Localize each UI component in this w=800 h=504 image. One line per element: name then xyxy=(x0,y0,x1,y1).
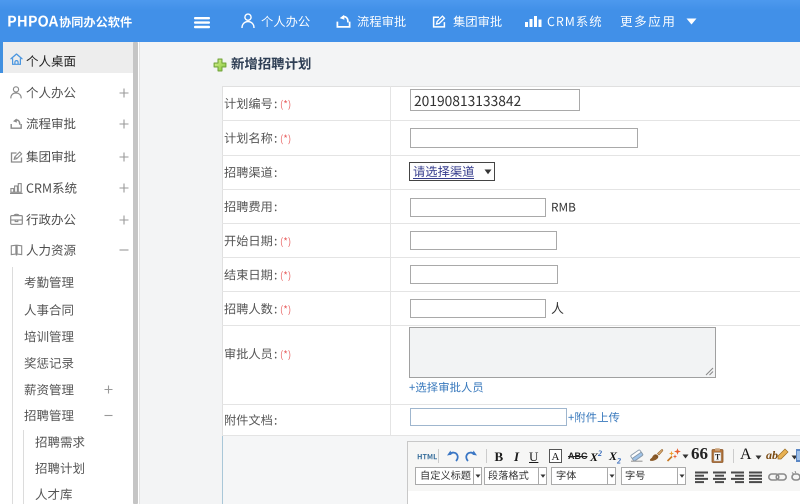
svg-text:T: T xyxy=(715,453,721,462)
svg-text:A: A xyxy=(552,451,560,463)
